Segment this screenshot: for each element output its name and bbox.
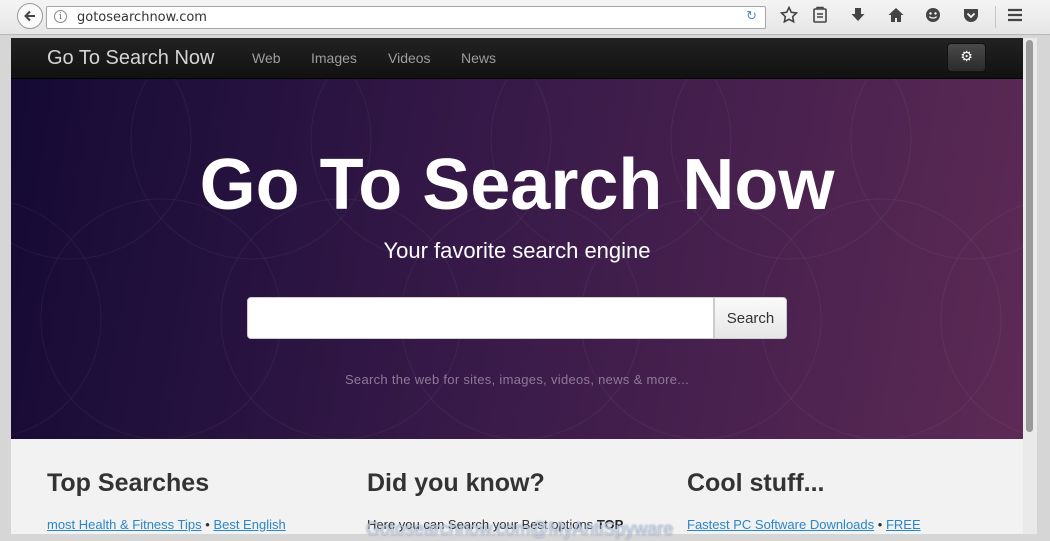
section-heading: Did you know? [367, 469, 545, 497]
pocket-icon[interactable] [960, 6, 982, 28]
top-search-link[interactable]: Best English [213, 517, 285, 532]
download-icon[interactable] [847, 6, 869, 28]
search-button[interactable]: Search [714, 297, 787, 339]
bookmark-star-icon[interactable] [778, 5, 800, 28]
nav-link-images[interactable]: Images [311, 50, 357, 66]
top-search-link[interactable]: most Health & Fitness Tips [47, 517, 202, 532]
home-icon[interactable] [885, 6, 907, 28]
reading-list-icon[interactable] [809, 6, 831, 28]
hamburger-menu-icon[interactable] [1004, 6, 1026, 28]
site-brand[interactable]: Go To Search Now [47, 47, 215, 70]
cool-stuff-link[interactable]: Fastest PC Software Downloads [687, 517, 874, 532]
cool-stuff-link[interactable]: FREE [886, 517, 921, 532]
site-navbar: Go To Search Now Web Images Videos News … [11, 38, 1023, 79]
nav-link-news[interactable]: News [461, 50, 496, 66]
search-hint: Search the web for sites, images, videos… [344, 372, 690, 387]
section-heading: Top Searches [47, 469, 210, 497]
bullet-separator: • [877, 517, 883, 532]
reload-icon[interactable]: ↻ [746, 9, 757, 24]
section-links: most Health & Fitness Tips • Best Englis… [47, 517, 286, 532]
info-icon[interactable]: i [54, 10, 67, 23]
hero-subtitle: Your favorite search engine [383, 238, 651, 263]
scrollbar-thumb[interactable] [1026, 40, 1033, 432]
url-bar[interactable]: i gotosearchnow.com ↻ [46, 6, 766, 29]
search-input[interactable] [247, 297, 714, 339]
url-text[interactable]: gotosearchnow.com [77, 10, 207, 25]
watermark-text: Gotosearchnow.com@MyAntiSpyware [366, 519, 674, 539]
section-links: Fastest PC Software Downloads • FREE [687, 517, 921, 532]
page-viewport: Go To Search Now Web Images Videos News … [11, 38, 1023, 534]
hero-banner: Go To Search Now Your favorite search en… [11, 79, 1023, 439]
section-heading: Cool stuff... [687, 469, 825, 497]
bullet-separator: • [205, 517, 210, 532]
hero-title: Go To Search Now [199, 145, 835, 225]
nav-link-videos[interactable]: Videos [388, 50, 431, 66]
nav-link-web[interactable]: Web [252, 50, 281, 66]
browser-toolbar: i gotosearchnow.com ↻ [0, 0, 1050, 35]
toolbar-separator [995, 6, 996, 28]
settings-button[interactable]: ⚙ [947, 43, 986, 72]
back-arrow-icon[interactable] [17, 3, 43, 29]
gear-icon: ⚙ [960, 49, 973, 65]
hello-icon[interactable] [922, 6, 944, 28]
